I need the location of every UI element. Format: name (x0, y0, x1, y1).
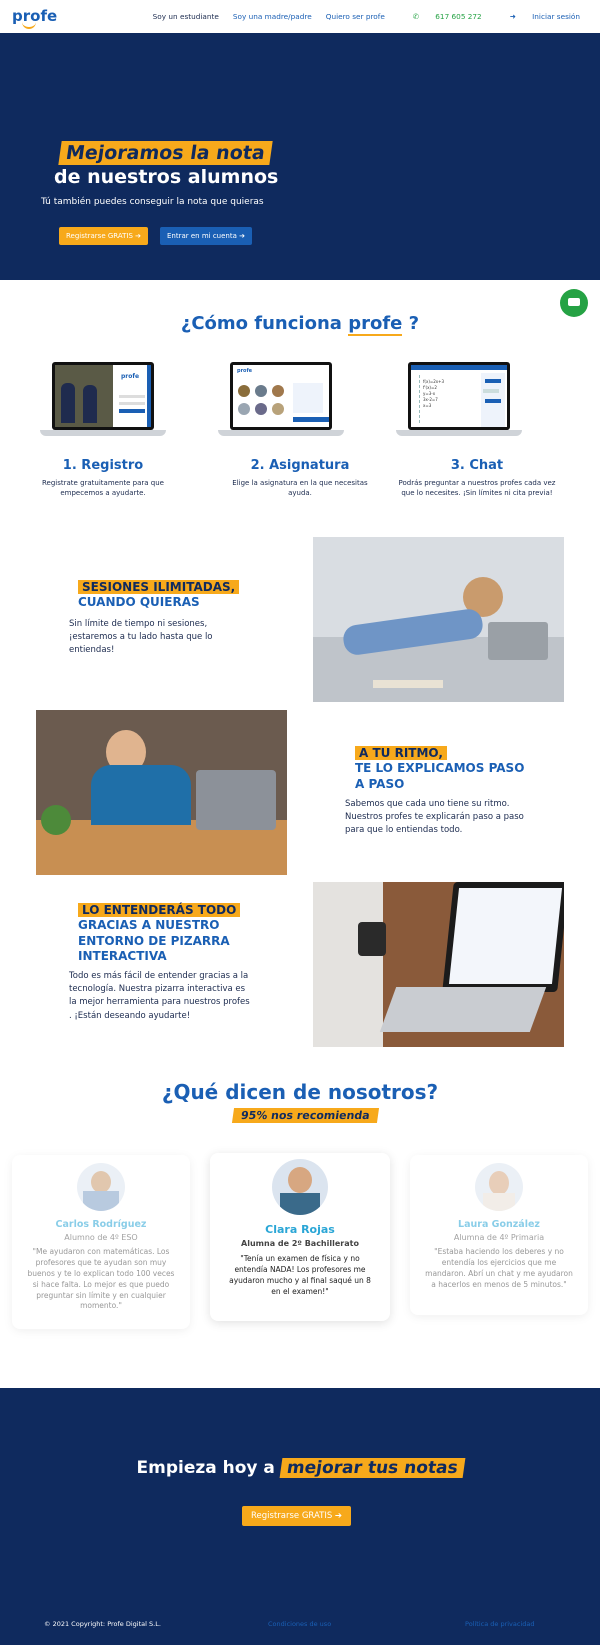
feature-3-heading: GRACIAS A NUESTRO ENTORNO DE PIZARRA INT… (78, 918, 230, 964)
footer-copyright: © 2021 Copyright: Profe Digital S.L. (44, 1620, 161, 1628)
feature-2-heading: TE LO EXPLICAMOS PASO A PASO (355, 761, 525, 791)
testimonial-name: Carlos Rodríguez (55, 1219, 147, 1230)
testimonial-card-3: Laura González Alumna de 4º Primaria "Es… (410, 1155, 588, 1315)
feature-1-highlight: SESIONES ILIMITADAS, (78, 580, 240, 594)
feature-3-text: Todo es más fácil de entender gracias a … (69, 971, 250, 1021)
hero-title: de nuestros alumnos (54, 166, 279, 188)
laptop-register: profe (40, 362, 166, 438)
how-title: ¿Cómo funciona profe ? (0, 313, 600, 336)
step-title-2: 2. Asignatura (250, 458, 350, 473)
laptop-chat: f(x)=2x+3 f'(x)=2 y=3-x 3x-2=7 x=3 (396, 362, 522, 438)
feature-3-highlight: LO ENTENDERÁS TODO (78, 903, 241, 917)
nav-link-teacher[interactable]: Quiero ser profe (326, 12, 385, 21)
logo[interactable]: profe (12, 9, 57, 29)
testimonial-role: Alumna de 4º Primaria (453, 1233, 545, 1242)
chat-icon (568, 298, 580, 306)
top-nav: profe Soy un estudiante Soy una madre/pa… (0, 0, 600, 33)
nav-link-student[interactable]: Soy un estudiante (153, 12, 219, 21)
avatar (77, 1163, 125, 1211)
nav-login[interactable]: ➜ Iniciar sesión (496, 12, 580, 21)
step-text-3: Podrás preguntar a nuestros profes cada … (398, 479, 556, 498)
phone-number: 617 605 272 (435, 12, 482, 21)
hero-enter-button[interactable]: Entrar en mi cuenta ➔ (160, 227, 252, 245)
feature-2-text: Sabemos que cada uno tiene su ritmo. Nue… (345, 799, 524, 836)
hero-subtitle: Tú también puedes conseguir la nota que … (41, 197, 264, 207)
recommend-badge: 95% nos recomienda (231, 1108, 379, 1123)
testimonial-quote: "Tenía un examen de física y no entendía… (229, 1254, 371, 1296)
photo-girl-laptop (313, 537, 564, 702)
testimonial-quote: "Estaba haciendo los deberes y no entend… (425, 1247, 573, 1289)
cta-heading: Empieza hoy a mejorar tus notas (0, 1458, 600, 1478)
photo-boy-studying (36, 710, 287, 875)
cta-highlight: mejorar tus notas (279, 1458, 465, 1478)
hero-title-highlight: Mejoramos la nota (58, 141, 273, 165)
nav-link-parent[interactable]: Soy una madre/padre (233, 12, 312, 21)
nav-phone[interactable]: ✆ 617 605 272 (399, 12, 482, 21)
cta-register-button[interactable]: Registrarse GRATIS ➔ (242, 1506, 352, 1526)
step-text-2: Elige la asignatura en la que necesitas … (232, 479, 368, 498)
feature-1-text: Sin límite de tiempo ni sesiones, ¡estar… (69, 619, 213, 656)
cta-text: Empieza hoy a (136, 1458, 275, 1478)
feature-1-heading: CUANDO QUIERAS (78, 595, 200, 609)
nav-links: Soy un estudiante Soy una madre/padre Qu… (139, 0, 580, 33)
whatsapp-icon: ✆ (412, 12, 419, 21)
testimonial-role: Alumno de 4º ESO (64, 1233, 138, 1242)
hero: Mejoramos la nota de nuestros alumnos Tú… (0, 33, 600, 280)
testimonial-name: Laura González (458, 1219, 540, 1230)
login-icon: ➜ (509, 12, 516, 21)
hero-register-button[interactable]: Registrarse GRATIS ➔ (59, 227, 148, 245)
step-title-3: 3. Chat (450, 458, 504, 473)
testimonial-name: Clara Rojas (265, 1223, 335, 1236)
feature-2-highlight: A TU RITMO, (355, 746, 447, 760)
login-label: Iniciar sesión (532, 12, 580, 21)
step-title-1: 1. Registro (62, 458, 144, 473)
avatar (475, 1163, 523, 1211)
testimonial-role: Alumna de 2º Bachillerato (241, 1239, 359, 1248)
testimonial-card-1: Carlos Rodríguez Alumno de 4º ESO "Me ay… (12, 1155, 190, 1329)
cta-section: Empieza hoy a mejorar tus notas Registra… (0, 1388, 600, 1645)
footer-terms-link[interactable]: Condiciones de uso (268, 1620, 331, 1628)
footer-privacy-link[interactable]: Política de privacidad (465, 1620, 535, 1628)
step-text-1: Registrate gratuitamente para que empece… (41, 479, 164, 498)
testimonials-title: ¿Qué dicen de nosotros? (161, 1080, 439, 1104)
testimonial-card-2: Clara Rojas Alumna de 2º Bachillerato "T… (210, 1153, 390, 1321)
laptop-subject: profe (218, 362, 344, 438)
photo-laptop-whiteboard (313, 882, 564, 1047)
how-title-text: ¿Cómo funciona (180, 313, 342, 334)
testimonial-quote: "Me ayudaron con matemáticas. Los profes… (27, 1247, 175, 1311)
how-title-qmark: ? (408, 313, 420, 334)
avatar (272, 1159, 328, 1215)
how-title-logo: profe (348, 313, 403, 336)
